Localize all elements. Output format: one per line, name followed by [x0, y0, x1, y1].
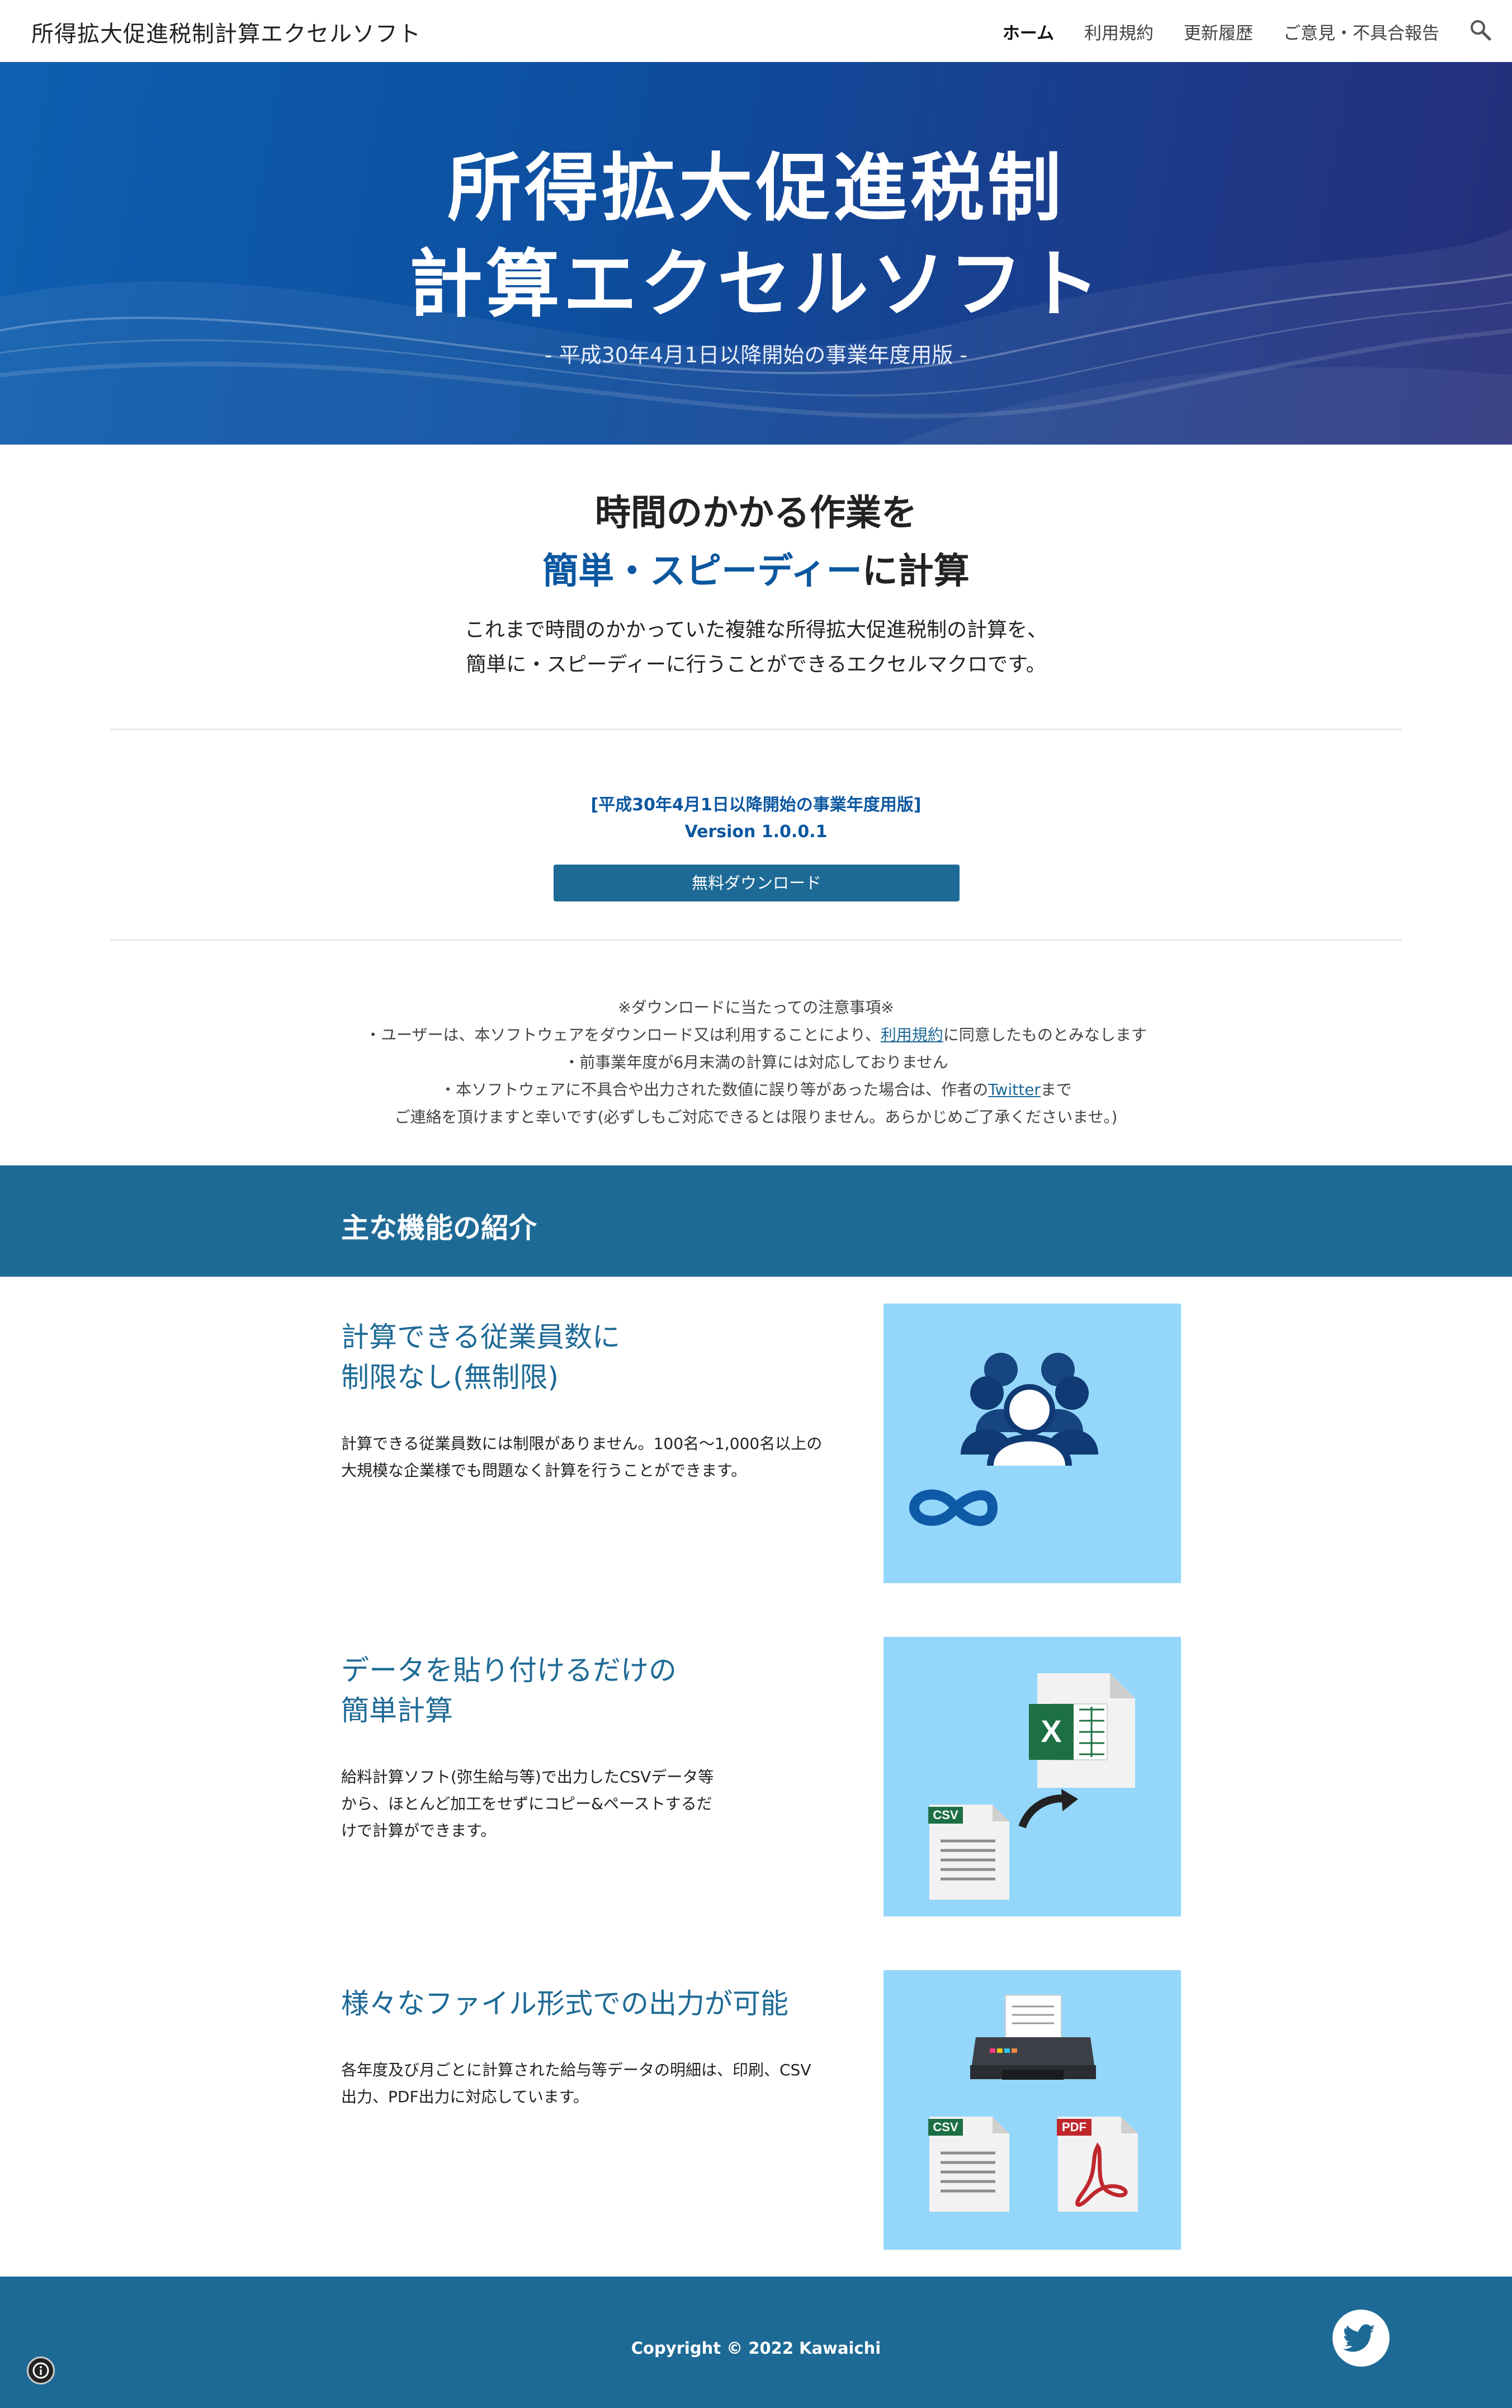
feature2-text-line1: 給料計算ソフト(弥生給与等)で出力したCSVデータ等: [341, 1768, 714, 1786]
nav-feedback[interactable]: ご意見・不具合報告: [1283, 19, 1439, 44]
site-title[interactable]: 所得拡大促進税制計算エクセルソフト: [31, 16, 421, 48]
terms-link[interactable]: 利用規約: [881, 1026, 943, 1044]
intro-heading-rest: に計算: [862, 551, 970, 592]
people-infinity-icon: [909, 1353, 1098, 1526]
twitter-link[interactable]: Twitter: [988, 1080, 1041, 1099]
notes-line3-text-end: まで: [1040, 1080, 1072, 1099]
csv-to-excel-icon: X CSV: [928, 1673, 1135, 1900]
notes-line4: ご連絡を頂けますと幸いです(必ずしもご対応できるとは限りません。あらかじめご了承…: [394, 1108, 1118, 1126]
feature1-text-line2: 大規模な企業様でも問題なく計算を行うことができます。: [341, 1461, 747, 1480]
divider: [110, 729, 1402, 730]
feature2-text-line2: から、ほとんど加工をせずにコピー&ペーストするだ: [341, 1795, 712, 1813]
intro-heading-line1: 時間のかかる作業を: [595, 493, 917, 534]
download-button[interactable]: 無料ダウンロード: [554, 865, 960, 901]
intro-paragraph-line2: 簡単に・スピーディーに行うことができるエクセルマクロです。: [466, 653, 1046, 676]
info-icon[interactable]: [27, 2357, 55, 2385]
feature3-title: 様々なファイル形式での出力が可能: [341, 1987, 788, 2020]
search-icon[interactable]: [1468, 18, 1493, 43]
notes-line2: ・前事業年度が6月末満の計算には対応しておりません: [564, 1053, 948, 1071]
csv-label: CSV: [933, 1808, 958, 1822]
top-app-bar: 所得拡大促進税制計算エクセルソフト ホーム 利用規約 更新履歴 ご意見・不具合報…: [0, 0, 1512, 62]
version-label: Version 1.0.0.1: [684, 822, 828, 842]
feature1-title-line1: 計算できる従業員数に: [341, 1321, 620, 1353]
feature1-text-line1: 計算できる従業員数には制限がありません。100名〜1,000名以上の: [341, 1434, 823, 1453]
notes-line3: ・本ソフトウェアに不具合や出力された数値に誤り等があった場合は、作者のTwitt…: [0, 1078, 1512, 1100]
feature3-text-line2: 出力、PDF出力に対応しています。: [341, 2088, 589, 2106]
intro-heading-highlight: 簡単・スピーディー: [542, 551, 862, 592]
divider: [110, 939, 1402, 941]
feature2-text-line3: けで計算ができます。: [341, 1821, 497, 1840]
feature2-title-line1: データを貼り付けるだけの: [341, 1654, 677, 1687]
notes-line1-text-end: に同意したものとみなします: [943, 1026, 1147, 1044]
nav-terms[interactable]: 利用規約: [1084, 19, 1154, 44]
nav-home[interactable]: ホーム: [1003, 19, 1054, 44]
hero-subtitle: - 平成30年4月1日以降開始の事業年度用版 -: [544, 343, 968, 367]
copyright: Copyright © 2022 Kawaichi: [631, 2339, 881, 2358]
excel-letter: X: [1041, 1713, 1061, 1749]
edition-label: [平成30年4月1日以降開始の事業年度用版]: [590, 795, 922, 815]
pdf-label: PDF: [1062, 2120, 1086, 2134]
twitter-icon[interactable]: [1333, 2310, 1390, 2367]
hero-title-line2: 計算エクセルソフト: [409, 242, 1103, 328]
feature2-image: X CSV: [883, 1637, 1181, 1916]
hero-title-line1: 所得拡大促進税制: [447, 145, 1065, 232]
feature1-image: [883, 1304, 1181, 1583]
main-nav: ホーム 利用規約 更新履歴 ご意見・不具合報告: [1003, 19, 1439, 44]
feature2-title-line2: 簡単計算: [341, 1694, 453, 1727]
hero-banner: 所得拡大促進税制 計算エクセルソフト - 平成30年4月1日以降開始の事業年度用…: [0, 62, 1512, 445]
features-band: 主な機能の紹介: [0, 1165, 1512, 1277]
intro-heading-line2: 簡単・スピーディーに計算: [0, 542, 1512, 594]
notes-line3-text: ・本ソフトウェアに不具合や出力された数値に誤り等があった場合は、作者の: [440, 1080, 989, 1099]
notes-line1-text: ・ユーザーは、本ソフトウェアをダウンロード又は利用することにより、: [365, 1026, 881, 1044]
features-section-title: 主な機能の紹介: [341, 1212, 537, 1244]
csv-label: CSV: [933, 2120, 958, 2134]
intro-paragraph-line1: これまで時間のかかっていた複雑な所得拡大促進税制の計算を、: [464, 618, 1048, 641]
feature3-image: CSV PDF: [883, 1970, 1181, 2250]
feature3-text-line1: 各年度及び月ごとに計算された給与等データの明細は、印刷、CSV: [341, 2061, 811, 2079]
notes-title: ※ダウンロードに当たっての注意事項※: [618, 998, 894, 1017]
feature1-title-line2: 制限なし(無制限): [341, 1361, 559, 1394]
footer: Copyright © 2022 Kawaichi: [0, 2277, 1512, 2408]
nav-history[interactable]: 更新履歴: [1184, 19, 1253, 44]
printer-csv-pdf-icon: CSV PDF: [928, 1995, 1138, 2212]
notes-line1: ・ユーザーは、本ソフトウェアをダウンロード又は利用することにより、利用規約に同意…: [0, 1023, 1512, 1045]
